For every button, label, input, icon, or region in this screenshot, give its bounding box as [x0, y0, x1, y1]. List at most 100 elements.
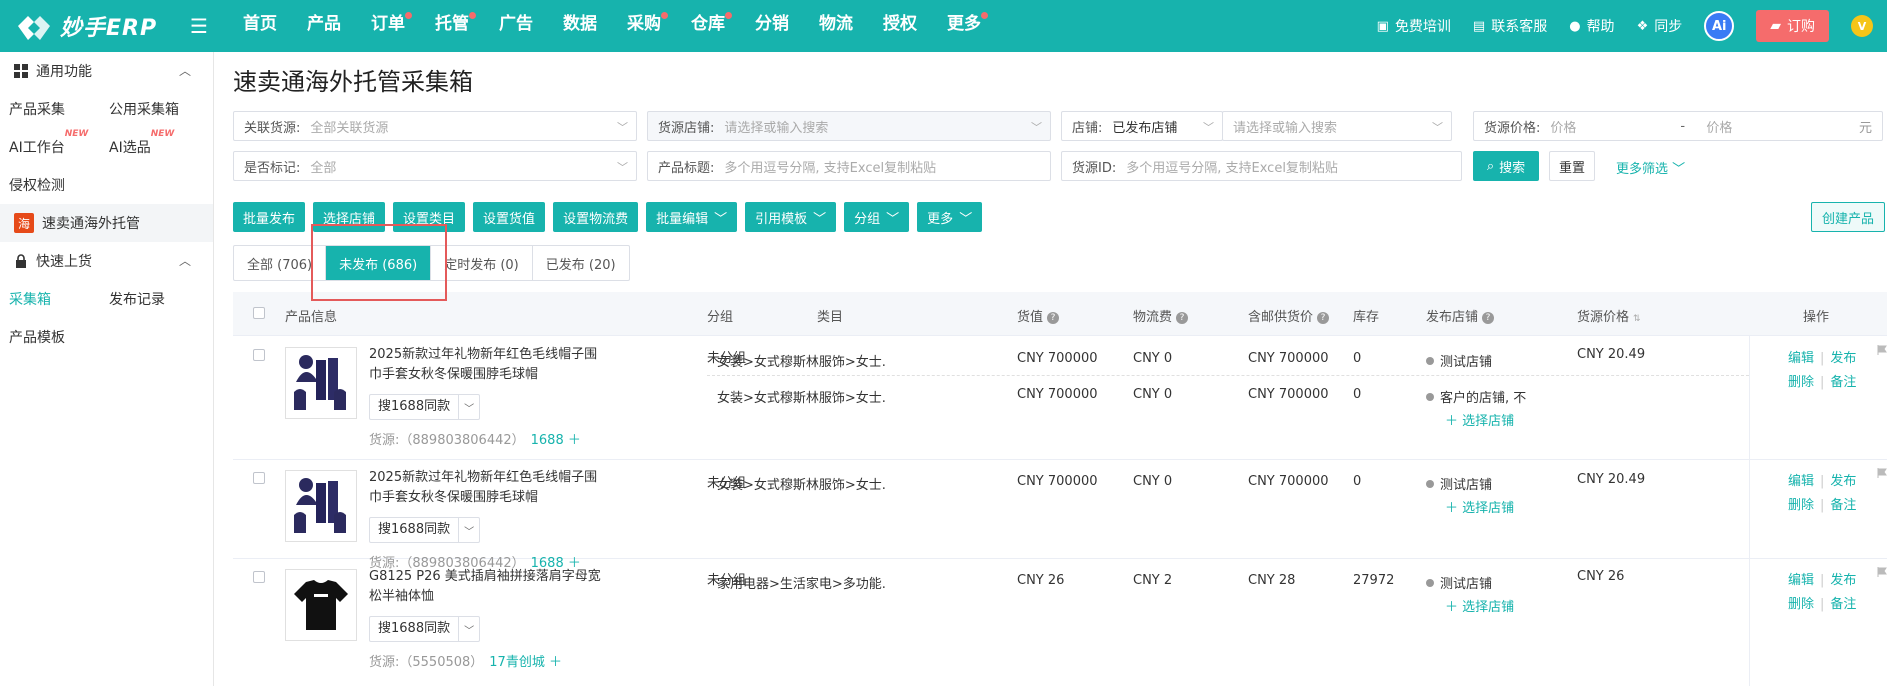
sidebar-item-product-collect[interactable]: 产品采集 — [0, 99, 100, 119]
sidebar-item-collect-box[interactable]: 采集箱 — [0, 289, 100, 309]
create-product-button[interactable]: 创建产品 — [1810, 202, 1885, 232]
sync-link[interactable]: ❖ 同步 — [1637, 16, 1683, 36]
help-icon[interactable]: ? — [1317, 312, 1330, 324]
ai-assistant-icon[interactable]: Ai — [1704, 11, 1735, 41]
brand-logo[interactable]: 妙手ERP — [14, 8, 157, 44]
chevron-up-icon[interactable]: ︿ — [179, 62, 191, 79]
sidebar-item-publish-records[interactable]: 发布记录 — [100, 289, 200, 309]
row-checkbox[interactable] — [253, 472, 265, 484]
edit-link[interactable]: 编辑 — [1788, 573, 1814, 588]
tab-published[interactable]: 已发布 (20) — [533, 246, 629, 280]
store-type-select[interactable]: 店铺: 已发布店铺 ﹀ — [1061, 111, 1223, 141]
nav-logistics[interactable]: 物流 — [804, 0, 868, 52]
sidebar-item-label: AI工作台 — [9, 140, 65, 156]
nav-data[interactable]: 数据 — [548, 0, 612, 52]
store-name: 测试店铺 — [1440, 355, 1493, 370]
source-filter-select[interactable]: 关联货源: 全部关联货源 ﹀ — [233, 111, 637, 141]
edit-link[interactable]: 编辑 — [1788, 474, 1814, 489]
sidebar-item-ai-select[interactable]: AI选品 NEW — [100, 129, 200, 157]
product-title[interactable]: 2025新款过年礼物新年红色毛线帽子围巾手套女秋冬保暖围脖毛球帽 — [369, 345, 609, 385]
note-link[interactable]: 备注 — [1830, 498, 1856, 513]
sidebar-group-quick-listing[interactable]: 快速上货 ︿ — [0, 242, 213, 280]
edit-link[interactable]: 编辑 — [1788, 351, 1814, 366]
note-link[interactable]: 备注 — [1830, 597, 1856, 612]
row-checkbox[interactable] — [253, 349, 265, 361]
nav-distribution[interactable]: 分销 — [740, 0, 804, 52]
menu-toggle-icon[interactable]: ☰ — [190, 14, 208, 38]
product-thumbnail[interactable] — [285, 569, 357, 641]
source-price-range[interactable]: 货源价格: 价格 - 价格 元 — [1473, 111, 1883, 141]
product-thumbnail[interactable] — [285, 470, 357, 542]
set-logistics-fee-button[interactable]: 设置物流费 — [553, 202, 639, 232]
nav-products[interactable]: 产品 — [292, 0, 356, 52]
help-icon[interactable]: ? — [1176, 312, 1189, 324]
select-all-checkbox[interactable] — [253, 307, 265, 319]
select-store-link[interactable]: ＋ 选择店铺 — [1445, 596, 1514, 615]
delete-link[interactable]: 删除 — [1788, 375, 1814, 390]
product-thumbnail[interactable] — [285, 347, 357, 419]
row-checkbox[interactable] — [253, 571, 265, 583]
publish-link[interactable]: 发布 — [1830, 474, 1856, 489]
contact-support-link[interactable]: ▤ 联系客服 — [1473, 16, 1547, 36]
sidebar-item-infringement[interactable]: 侵权检测 — [0, 175, 100, 195]
sidebar-item-ai-workbench[interactable]: AI工作台 NEW — [0, 129, 100, 157]
batch-edit-dropdown[interactable]: 批量编辑 ﹀ — [646, 202, 738, 232]
help-icon[interactable]: ? — [1047, 312, 1060, 324]
product-title[interactable]: G8125 P26 美式插肩袖拼接落肩字母宽松半袖体恤 — [369, 567, 609, 607]
group-dropdown[interactable]: 分组 ﹀ — [844, 202, 910, 232]
nav-home[interactable]: 首页 — [228, 0, 292, 52]
sidebar-item-product-template[interactable]: 产品模板 — [0, 327, 100, 347]
search-button[interactable]: ⌕ 搜索 — [1473, 151, 1539, 181]
free-training-link[interactable]: ▣ 免费培训 — [1377, 16, 1451, 36]
product-title[interactable]: 2025新款过年礼物新年红色毛线帽子围巾手套女秋冬保暖围脖毛球帽 — [369, 468, 609, 508]
source-platform-link[interactable]: 17青创城 ＋ — [489, 655, 562, 670]
search-1688-dropdown[interactable]: 搜1688同款 ﹀ — [369, 616, 481, 642]
source-id-input[interactable]: 货源ID: 多个用逗号分隔, 支持Excel复制粘贴 — [1061, 151, 1462, 181]
nav-orders[interactable]: 订单 — [356, 0, 420, 52]
sort-icon[interactable]: ⇅ — [1633, 314, 1641, 324]
help-link[interactable]: ● 帮助 — [1569, 16, 1614, 36]
nav-more[interactable]: 更多 — [932, 0, 996, 52]
order-button[interactable]: ▰ 订购 — [1756, 10, 1829, 42]
sidebar-group-general[interactable]: 通用功能 ︿ — [0, 52, 213, 90]
search-1688-dropdown[interactable]: 搜1688同款 ﹀ — [369, 394, 481, 420]
delete-link[interactable]: 删除 — [1788, 597, 1814, 612]
flag-icon[interactable] — [1877, 345, 1887, 355]
search-1688-dropdown[interactable]: 搜1688同款 ﹀ — [369, 517, 481, 543]
more-filters-link[interactable]: 更多筛选 ﹀ — [1616, 158, 1685, 177]
note-link[interactable]: 备注 — [1830, 375, 1856, 390]
reset-button[interactable]: 重置 — [1549, 151, 1595, 181]
publish-link[interactable]: 发布 — [1830, 351, 1856, 366]
new-badge: NEW — [64, 129, 89, 139]
select-store-link[interactable]: ＋ 选择店铺 — [1445, 497, 1514, 516]
batch-publish-button[interactable]: 批量发布 — [233, 202, 306, 232]
sidebar-item-public-box[interactable]: 公用采集箱 — [100, 99, 200, 119]
vip-badge[interactable]: V — [1851, 15, 1873, 37]
source-id: 货源:（889803806442） — [369, 433, 525, 448]
source-platform-link[interactable]: 1688 ＋ — [531, 433, 581, 448]
store-search-select[interactable]: 请选择或输入搜索 ﹀ — [1222, 111, 1452, 141]
nav-authorization[interactable]: 授权 — [868, 0, 932, 52]
publish-link[interactable]: 发布 — [1830, 573, 1856, 588]
delete-link[interactable]: 删除 — [1788, 498, 1814, 513]
help-icon[interactable]: ? — [1482, 312, 1495, 324]
chevron-up-icon[interactable]: ︿ — [179, 252, 191, 269]
nav-ads[interactable]: 广告 — [484, 0, 548, 52]
nav-purchase[interactable]: 采购 — [612, 0, 676, 52]
set-value-button[interactable]: 设置货值 — [473, 202, 546, 232]
more-actions-dropdown[interactable]: 更多 ﹀ — [917, 202, 983, 232]
bag-icon: ▰ — [1770, 18, 1781, 34]
flag-icon[interactable] — [1877, 468, 1887, 478]
nav-warehouse[interactable]: 仓库 — [676, 0, 740, 52]
select-store-link[interactable]: ＋ 选择店铺 — [1445, 410, 1514, 429]
source-store-select[interactable]: 货源店铺: 请选择或输入搜索 ﹀ — [647, 111, 1051, 141]
product-title-input[interactable]: 产品标题: 多个用逗号分隔, 支持Excel复制粘贴 — [647, 151, 1051, 181]
apply-template-dropdown[interactable]: 引用模板 ﹀ — [745, 202, 837, 232]
chevron-down-icon: ﹀ — [464, 526, 475, 538]
price-max-input[interactable]: 价格 — [1696, 117, 1836, 136]
nav-hosting[interactable]: 托管 — [420, 0, 484, 52]
flag-icon[interactable] — [1877, 567, 1887, 577]
price-min-input[interactable]: 价格 — [1540, 117, 1680, 136]
sidebar-item-aliexpress-hosting[interactable]: 海 速卖通海外托管 — [0, 204, 213, 242]
mark-filter-select[interactable]: 是否标记: 全部 ﹀ — [233, 151, 637, 181]
